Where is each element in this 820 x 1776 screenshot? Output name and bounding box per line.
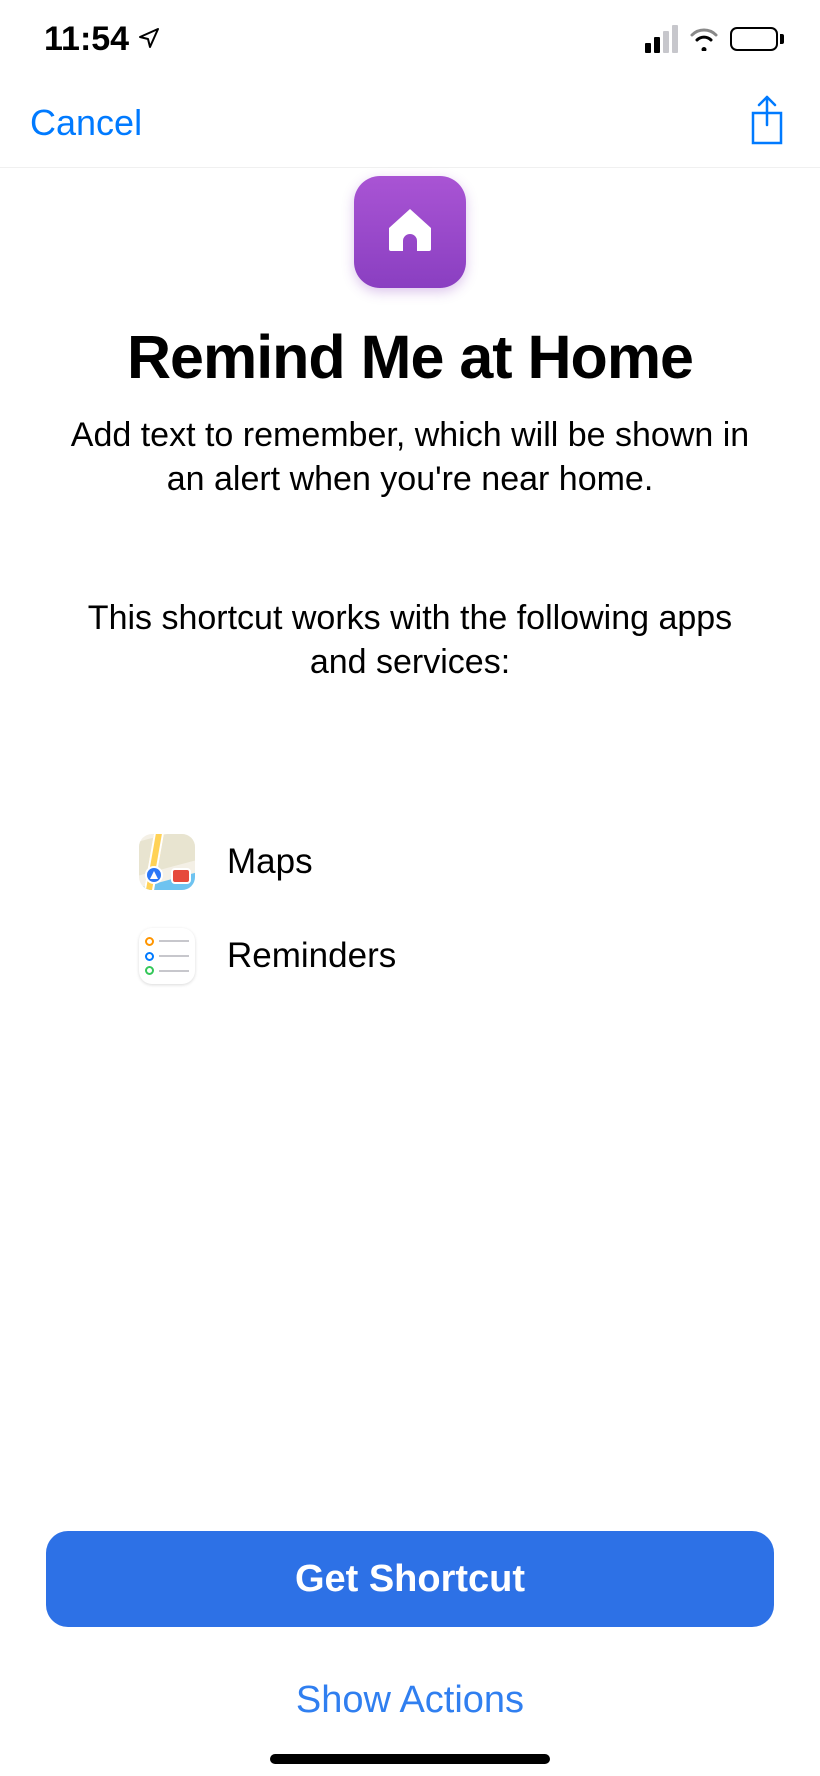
show-actions-button[interactable]: Show Actions xyxy=(46,1671,774,1730)
bottom-actions: Get Shortcut Show Actions xyxy=(0,1531,820,1730)
get-shortcut-button[interactable]: Get Shortcut xyxy=(46,1531,774,1627)
shortcut-description: Add text to remember, which will be show… xyxy=(45,414,775,501)
navigation-bar: Cancel xyxy=(0,78,820,168)
home-icon xyxy=(381,201,439,264)
maps-icon xyxy=(139,834,195,890)
main-content: Remind Me at Home Add text to remember, … xyxy=(0,176,820,984)
reminders-icon xyxy=(139,928,195,984)
location-icon xyxy=(137,20,161,59)
app-row-reminders: Reminders xyxy=(139,928,775,984)
cancel-button[interactable]: Cancel xyxy=(30,102,142,144)
app-label: Reminders xyxy=(227,936,396,976)
share-button[interactable] xyxy=(744,95,790,151)
status-bar: 11:54 xyxy=(0,0,820,78)
status-time: 11:54 xyxy=(44,20,129,59)
status-indicators xyxy=(645,25,784,53)
app-label: Maps xyxy=(227,842,313,882)
shortcut-icon xyxy=(354,176,466,288)
apps-list: Maps Reminders xyxy=(45,834,775,984)
works-with-label: This shortcut works with the following a… xyxy=(45,597,775,684)
share-icon xyxy=(747,95,787,150)
wifi-icon xyxy=(688,27,720,51)
app-row-maps: Maps xyxy=(139,834,775,890)
status-time-area: 11:54 xyxy=(44,20,161,59)
battery-icon xyxy=(730,27,784,51)
home-indicator[interactable] xyxy=(270,1754,550,1764)
shortcut-title: Remind Me at Home xyxy=(45,322,775,392)
cellular-icon xyxy=(645,25,678,53)
shortcut-icon-container xyxy=(45,176,775,288)
